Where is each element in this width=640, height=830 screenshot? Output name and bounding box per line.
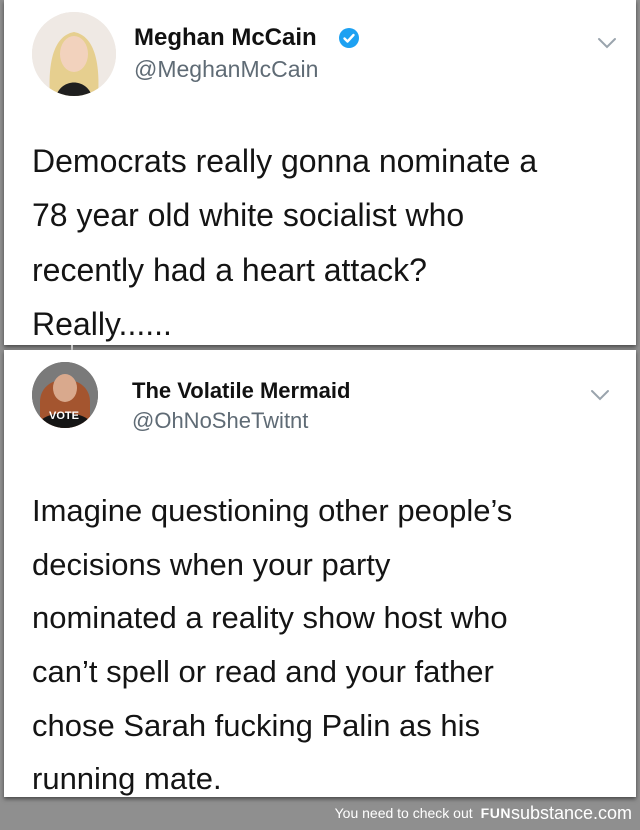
- verified-badge-icon: [339, 28, 359, 48]
- profile-photo-icon: [32, 12, 116, 96]
- tweet-card-2: VOTE The Volatile Mermaid @OhNoSheTwitnt…: [4, 350, 636, 797]
- author-name[interactable]: The Volatile Mermaid: [132, 378, 350, 404]
- author-name[interactable]: Meghan McCain: [134, 24, 317, 52]
- chevron-down-icon[interactable]: [589, 388, 611, 402]
- avatar[interactable]: [32, 12, 116, 96]
- chevron-down-icon[interactable]: [596, 36, 618, 50]
- watermark-footer: You need to check out FUN substance.com: [335, 800, 632, 826]
- author-handle[interactable]: @MeghanMcCain: [134, 56, 318, 83]
- footer-text: You need to check out: [334, 805, 473, 821]
- profile-photo-icon: VOTE: [32, 362, 98, 428]
- tweet-text: Imagine questioning other people’s decis…: [32, 493, 513, 797]
- footer-brand-sub: substance.com: [510, 802, 632, 823]
- tweet-card-1: Meghan McCain @MeghanMcCain Democrats re…: [4, 0, 636, 345]
- avatar[interactable]: VOTE: [32, 362, 98, 428]
- tweet-text: Democrats really gonna nominate a 78 yea…: [32, 143, 538, 343]
- footer-brand: FUN: [480, 805, 511, 821]
- avatar-shirt-text: VOTE: [49, 410, 79, 422]
- author-handle[interactable]: @OhNoSheTwitnt: [132, 408, 308, 434]
